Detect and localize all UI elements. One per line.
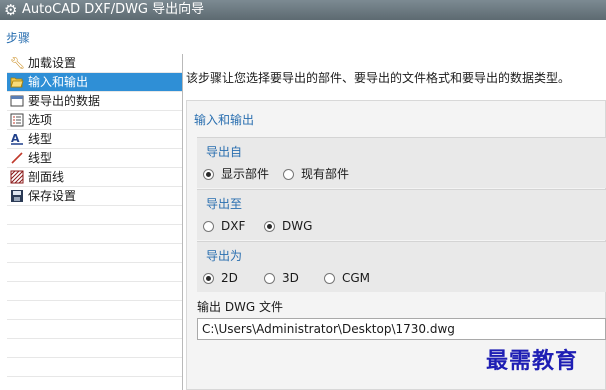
export-to-title: 导出至 [206,197,243,211]
watermark-logo: 最需教育 [486,348,579,374]
radio-display-part[interactable]: 显示部件 [203,166,269,182]
step-label: 要导出的数据 [28,94,101,108]
list-empty-row [7,301,182,320]
options-list-icon [10,113,24,127]
step-item-options[interactable]: 选项 [7,111,182,130]
step-label: 线型 [28,132,53,146]
radio-unchecked-icon [264,273,275,284]
radio-dxf[interactable]: DXF [203,218,245,234]
save-disk-icon [10,189,24,203]
steps-list: 🔧︎ 加载设置 输入和输出 要导出的数据 选项 A 线型 线型 剖面线 保存设置 [7,54,183,390]
radio-checked-icon [264,221,275,232]
export-to-group: 导出至 DXF DWG [197,189,606,240]
radio-3d[interactable]: 3D [264,270,299,286]
title-bar: ⚙ AutoCAD DXF/DWG 导出向导 [0,0,606,20]
line-pen-icon [10,151,24,165]
export-as-group: 导出为 2D 3D CGM [197,241,606,292]
list-empty-row [7,244,182,263]
step-item-linetype-line[interactable]: 线型 [7,149,182,168]
export-from-group: 导出自 显示部件 现有部件 [197,137,606,188]
step-label: 加载设置 [28,56,77,70]
export-as-title: 导出为 [206,249,243,263]
list-empty-row [7,358,182,377]
radio-checked-icon [203,273,214,284]
section-title: 输入和输出 [194,113,255,127]
step-label: 输入和输出 [28,75,89,89]
radio-unchecked-icon [283,169,294,180]
radio-2d[interactable]: 2D [203,270,238,286]
output-file-label: 输出 DWG 文件 [197,300,284,314]
step-item-input-output[interactable]: 输入和输出 [7,73,182,92]
step-item-hatch[interactable]: 剖面线 [7,168,182,187]
radio-unchecked-icon [203,221,214,232]
radio-dwg[interactable]: DWG [264,218,312,234]
gear-icon: ⚙ [4,1,18,19]
radio-unchecked-icon [324,273,335,284]
step-label: 选项 [28,113,53,127]
output-file-path-input[interactable]: C:\Users\Administrator\Desktop\1730.dwg [197,318,606,340]
wrench-icon: 🔧︎ [10,56,26,70]
list-empty-row [7,282,182,301]
list-empty-row [7,320,182,339]
linetype-A-icon: A [10,132,24,146]
data-window-icon [10,94,24,108]
radio-checked-icon [203,169,214,180]
folder-open-icon [10,75,24,89]
step-label: 剖面线 [28,170,65,184]
radio-existing-part[interactable]: 现有部件 [283,166,349,182]
list-empty-row [7,206,182,225]
steps-heading: 步骤 [6,31,31,45]
step-label: 线型 [28,151,53,165]
radio-cgm[interactable]: CGM [324,270,370,286]
list-empty-row [7,339,182,358]
step-item-linetype-text[interactable]: A 线型 [7,130,182,149]
list-empty-row [7,225,182,244]
window-title: AutoCAD DXF/DWG 导出向导 [22,2,205,17]
hatch-icon [10,170,24,184]
svg-text:A: A [11,132,20,145]
step-item-save-settings[interactable]: 保存设置 [7,187,182,206]
step-item-data-to-export[interactable]: 要导出的数据 [7,92,182,111]
export-from-title: 导出自 [206,145,243,159]
step-label: 保存设置 [28,189,77,203]
list-empty-row [7,263,182,282]
step-description: 该步骤让您选择要导出的部件、要导出的文件格式和要导出的数据类型。 [186,71,571,85]
step-item-load-settings[interactable]: 🔧︎ 加载设置 [7,54,182,73]
